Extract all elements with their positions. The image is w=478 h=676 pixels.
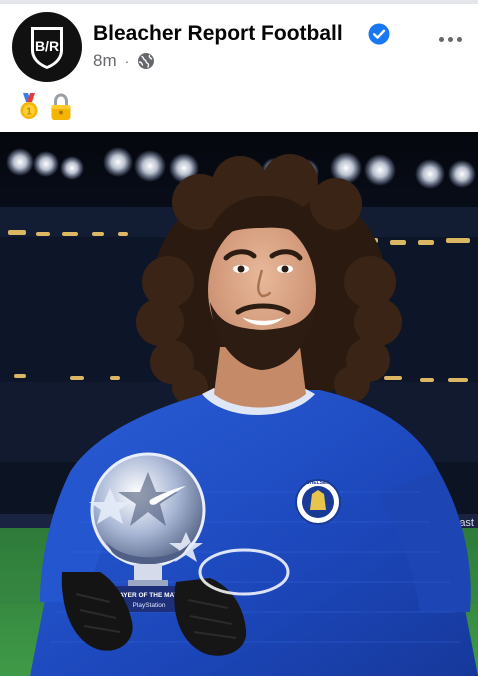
medal-emoji-icon: 1 [20,93,38,119]
more-options-icon [438,36,444,42]
post-header: B/R Bleacher Report Football 8m · [0,4,478,90]
more-options-icon [447,36,453,42]
lock-emoji-icon [51,93,71,120]
post-time[interactable]: 8m [93,51,117,71]
more-options-button[interactable] [432,26,468,52]
meta-separator: · [124,53,130,69]
more-options-icon [456,36,462,42]
crest-text: CHELSEA [306,480,330,486]
avatar-text: B/R [35,38,59,54]
trophy-sponsor-text: PlayStation [133,602,166,609]
photo-scene: mast CHELSEA PLAYER OF THE MATCH PlaySta… [0,132,478,676]
svg-text:1: 1 [26,107,32,118]
post-photo[interactable]: mast CHELSEA PLAYER OF THE MATCH PlaySta… [0,132,478,676]
post-caption: 1 [18,92,72,122]
avatar[interactable]: B/R [12,12,82,82]
globe-icon[interactable] [137,52,155,70]
verified-badge-icon [368,23,390,45]
br-logo-icon: B/R [31,27,63,69]
author-name[interactable]: Bleacher Report Football [93,22,343,46]
post-meta: 8m · [93,51,155,71]
